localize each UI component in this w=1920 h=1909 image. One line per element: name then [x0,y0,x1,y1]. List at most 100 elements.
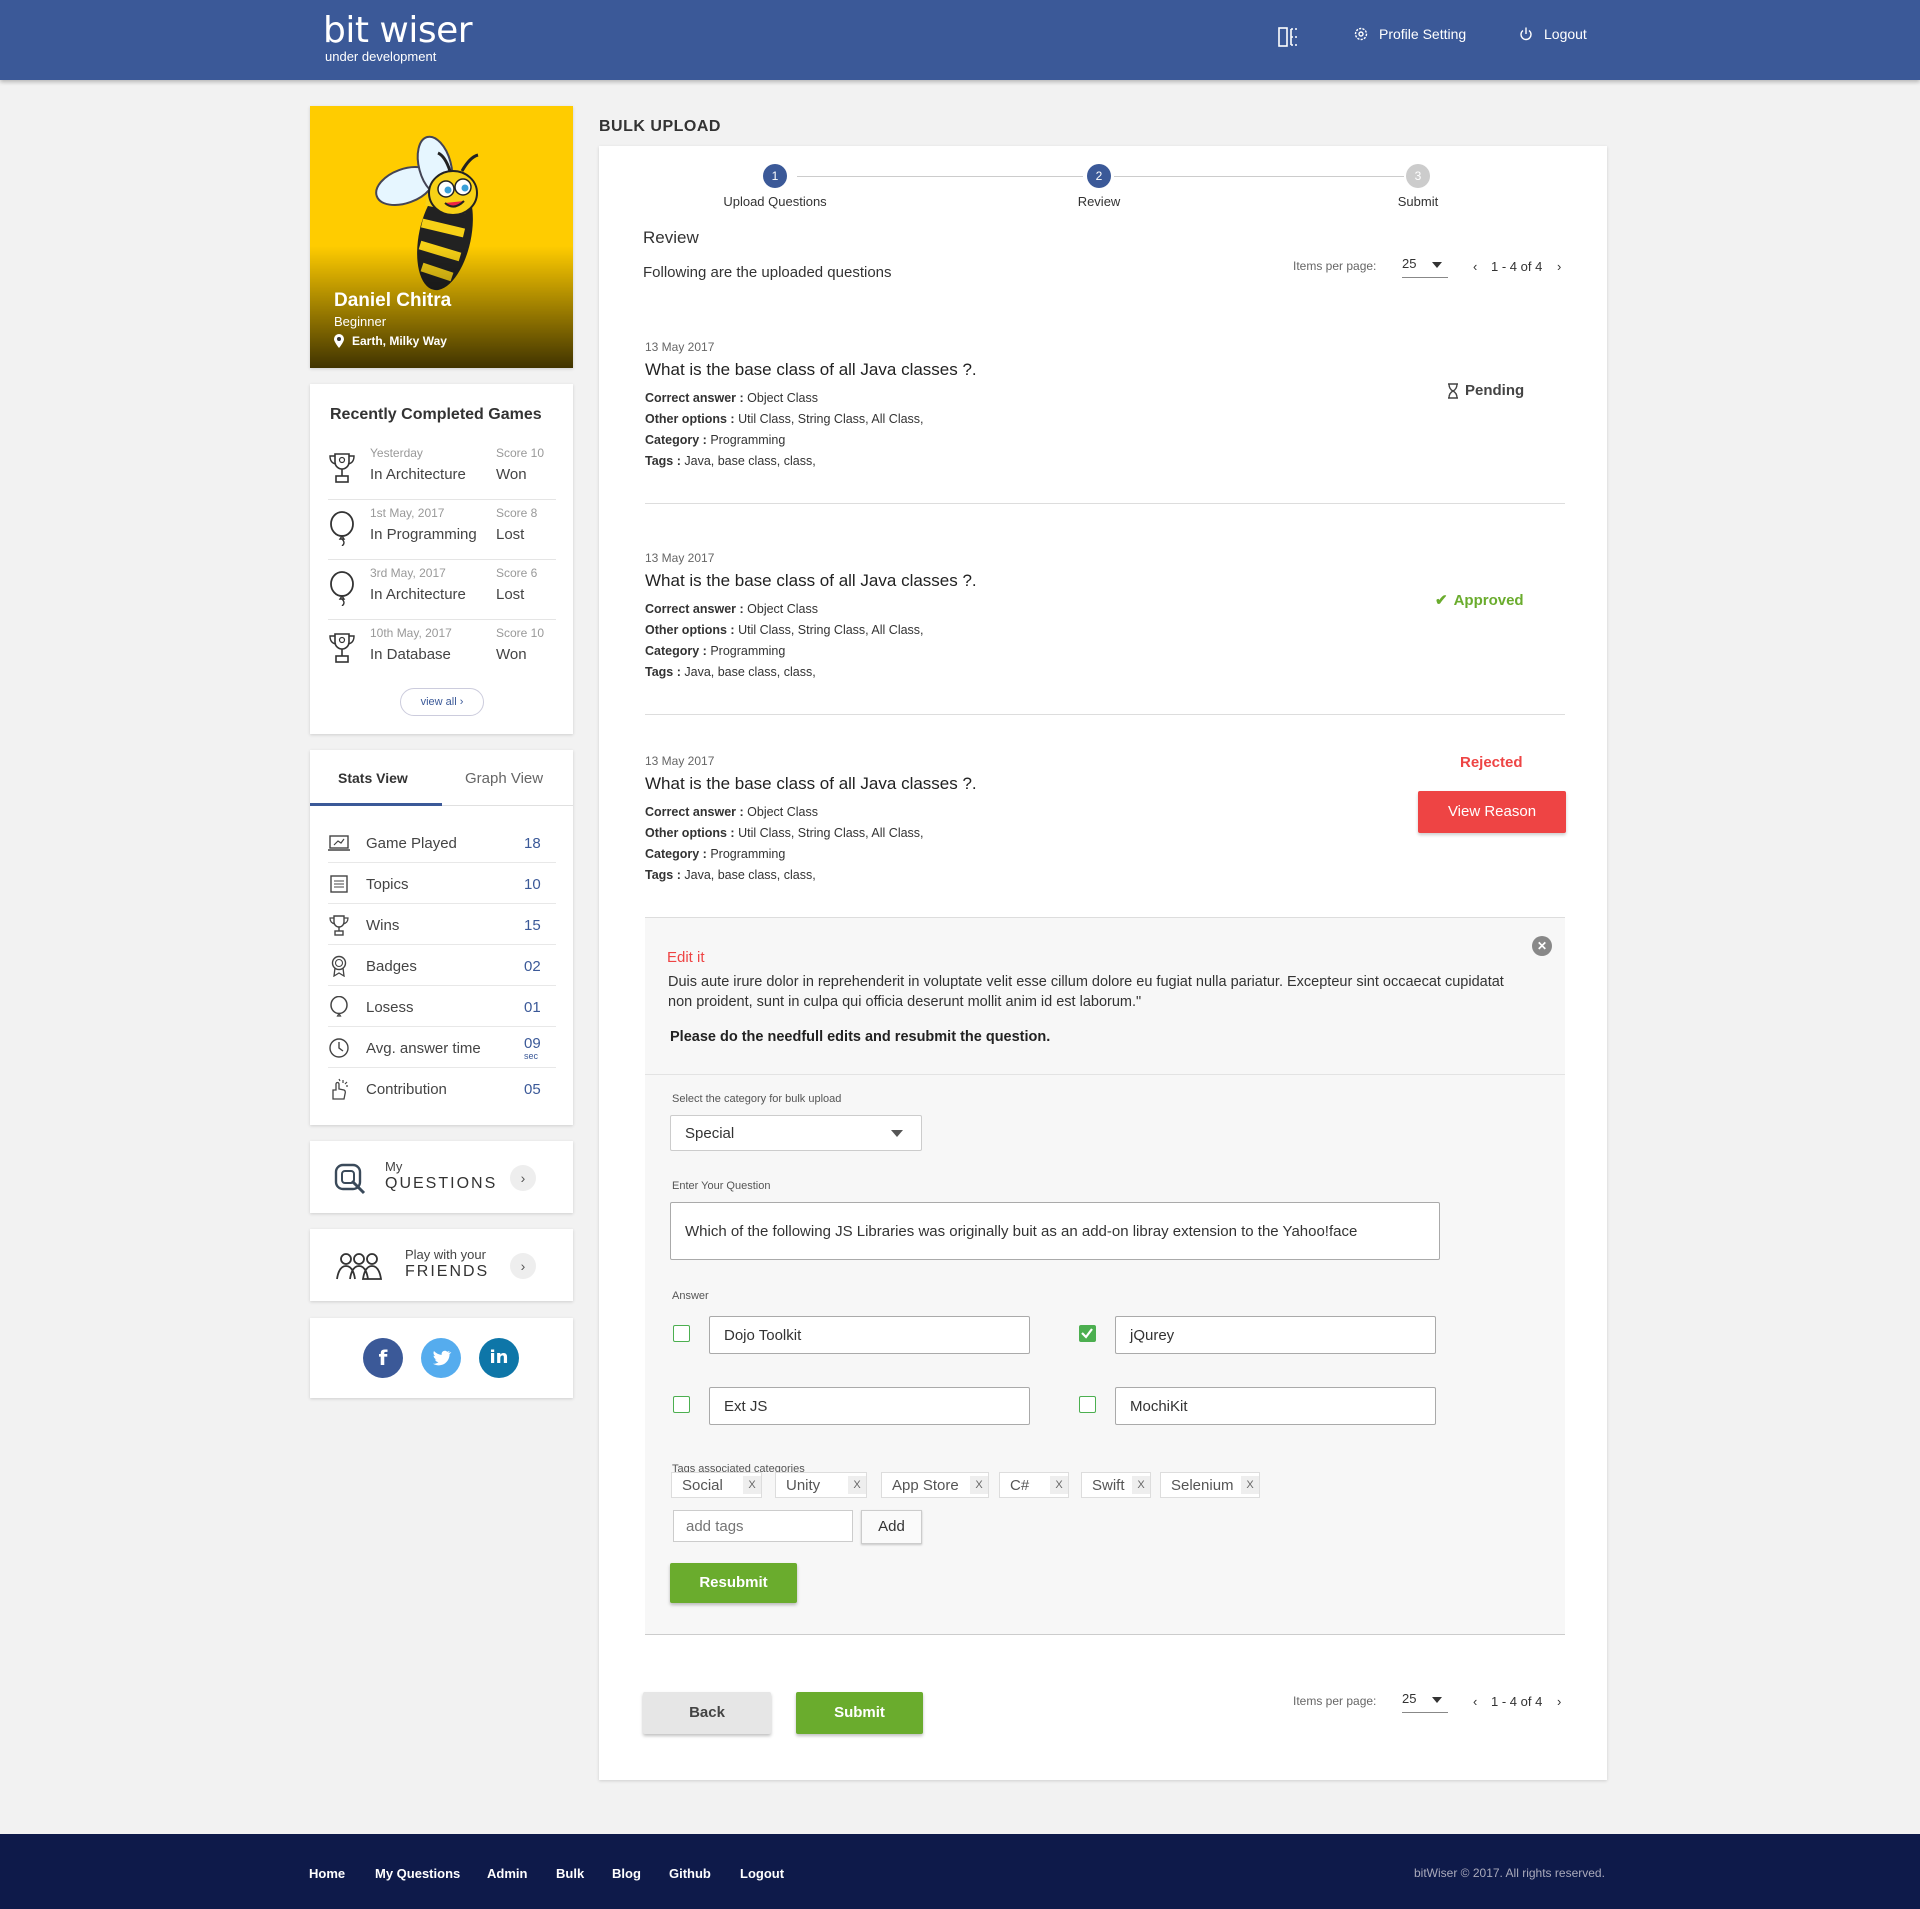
brand-logo[interactable]: bit wiser [323,10,473,51]
game-result: Lost [496,586,525,603]
footer-link-logout[interactable]: Logout [740,1866,784,1881]
category-value: Programming [710,433,786,447]
tag-chip: Selenium X [1160,1472,1260,1498]
answer-2-input[interactable]: jQurey [1115,1316,1436,1354]
prev-page-button[interactable]: ‹ [1473,259,1477,274]
tab-stats-view[interactable]: Stats View [338,770,408,786]
question-title: What is the base class of all Java class… [645,360,977,379]
stat-row: Badges 02 [328,945,556,986]
tag-remove-icon[interactable]: X [848,1476,866,1494]
step-2-label: Review [1077,194,1121,209]
answer-1-input[interactable]: Dojo Toolkit [709,1316,1030,1354]
add-tag-button[interactable]: Add [861,1510,922,1544]
tag-chip: C# X [999,1472,1069,1498]
checkmark-icon [1081,1328,1093,1339]
layout-toggle-button[interactable] [1277,26,1299,48]
linkedin-icon[interactable]: in [479,1338,519,1378]
question-date: 13 May 2017 [645,551,715,565]
stat-value: 18 [524,835,541,852]
game-row[interactable]: Yesterday In Architecture Score 10 Won [328,440,556,500]
category-select[interactable]: Special [670,1115,922,1151]
tag-remove-icon[interactable]: X [743,1476,761,1494]
friends-arrow-button[interactable]: › [510,1253,536,1279]
view-all-button[interactable]: view all › [400,688,484,716]
header-logout-link[interactable]: Logout [1518,26,1587,42]
stat-label: Badges [366,958,417,975]
friends-card[interactable]: Play with your FRIENDS › [310,1229,573,1301]
facebook-icon[interactable]: f [363,1338,403,1378]
answer-1-checkbox[interactable] [673,1325,690,1342]
stat-row: Wins 15 [328,904,556,945]
correct-answer-value: Object Class [747,805,818,819]
profile-setting-link[interactable]: Profile Setting [1353,26,1466,42]
trophy-icon [329,453,355,483]
prev-page-button[interactable]: ‹ [1473,1694,1477,1709]
footer-link-github[interactable]: Github [669,1866,711,1881]
answer-2-checkbox[interactable] [1079,1325,1096,1342]
tab-graph-view[interactable]: Graph View [465,770,543,787]
step-2-dot[interactable]: 2 [1087,164,1111,188]
items-per-page-select[interactable]: 25 [1402,256,1448,278]
footer-link-home[interactable]: Home [309,1866,345,1881]
status-approved: ✔ Approved [1435,591,1524,610]
add-tags-input[interactable] [673,1510,853,1542]
items-per-page-value: 25 [1402,256,1417,271]
list-icon [330,875,348,893]
footer-link-my-questions[interactable]: My Questions [375,1866,460,1881]
divider [645,714,1565,715]
tag-remove-icon[interactable]: X [1241,1476,1259,1494]
submit-button[interactable]: Submit [796,1692,923,1734]
items-per-page-select[interactable]: 25 [1402,1691,1448,1713]
stepper-line [1114,176,1404,177]
caret-down-icon [891,1130,903,1137]
question-input[interactable]: Which of the following JS Libraries was … [670,1202,1440,1260]
game-row[interactable]: 3rd May, 2017 In Architecture Score 6 Lo… [328,560,556,620]
next-page-button[interactable]: › [1557,259,1561,274]
my-questions-small: My [385,1159,403,1174]
stat-label: Wins [366,917,400,934]
step-3-dot[interactable]: 3 [1406,164,1430,188]
stat-value: 05 [524,1081,541,1098]
step-1-dot[interactable]: 1 [763,164,787,188]
tag-remove-icon[interactable]: X [1132,1476,1150,1494]
next-page-button[interactable]: › [1557,1694,1561,1709]
answer-4-checkbox[interactable] [1079,1396,1096,1413]
page-title: BULK UPLOAD [599,118,721,135]
twitter-icon[interactable] [421,1338,461,1378]
my-questions-card[interactable]: My QUESTIONS › [310,1141,573,1213]
game-date: 3rd May, 2017 [370,566,446,580]
correct-answer-label: Correct answer : [645,391,744,405]
footer-link-blog[interactable]: Blog [612,1866,641,1881]
status-label: Pending [1465,382,1525,399]
resubmit-button[interactable]: Resubmit [670,1563,797,1603]
footer-link-bulk[interactable]: Bulk [556,1866,584,1881]
close-icon[interactable]: ✕ [1532,936,1552,956]
question-title: What is the base class of all Java class… [645,774,977,793]
status-pending: Pending [1447,382,1524,399]
my-questions-arrow-button[interactable]: › [510,1165,536,1191]
profile-name: Daniel Chitra [334,290,452,311]
answer-label: Answer [672,1290,709,1302]
badge-icon [331,955,347,977]
question-title: What is the base class of all Java class… [645,571,977,590]
answer-3-input[interactable]: Ext JS [709,1387,1030,1425]
edit-instruction: Please do the needfull edits and resubmi… [670,1029,1051,1045]
questions-icon [334,1163,366,1195]
tag-remove-icon[interactable]: X [970,1476,988,1494]
answer-4-input[interactable]: MochiKit [1115,1387,1436,1425]
stat-value: 15 [524,917,541,934]
game-row[interactable]: 1st May, 2017 In Programming Score 8 Los… [328,500,556,560]
game-row[interactable]: 10th May, 2017 In Database Score 10 Won [328,620,556,680]
copyright: bitWiser © 2017. All rights reserved. [1414,1866,1605,1880]
footer-link-admin[interactable]: Admin [487,1866,527,1881]
view-reason-button[interactable]: View Reason [1418,791,1566,833]
tag-label: Social [682,1476,723,1494]
back-button[interactable]: Back [643,1692,771,1734]
game-score: Score 8 [496,506,538,520]
stat-value: 09 [524,1035,541,1052]
answer-3-checkbox[interactable] [673,1396,690,1413]
tag-chip: App Store X [881,1472,989,1498]
tag-remove-icon[interactable]: X [1050,1476,1068,1494]
stat-row: Losess 01 [328,986,556,1027]
category-line: Category : Programming [645,644,785,658]
